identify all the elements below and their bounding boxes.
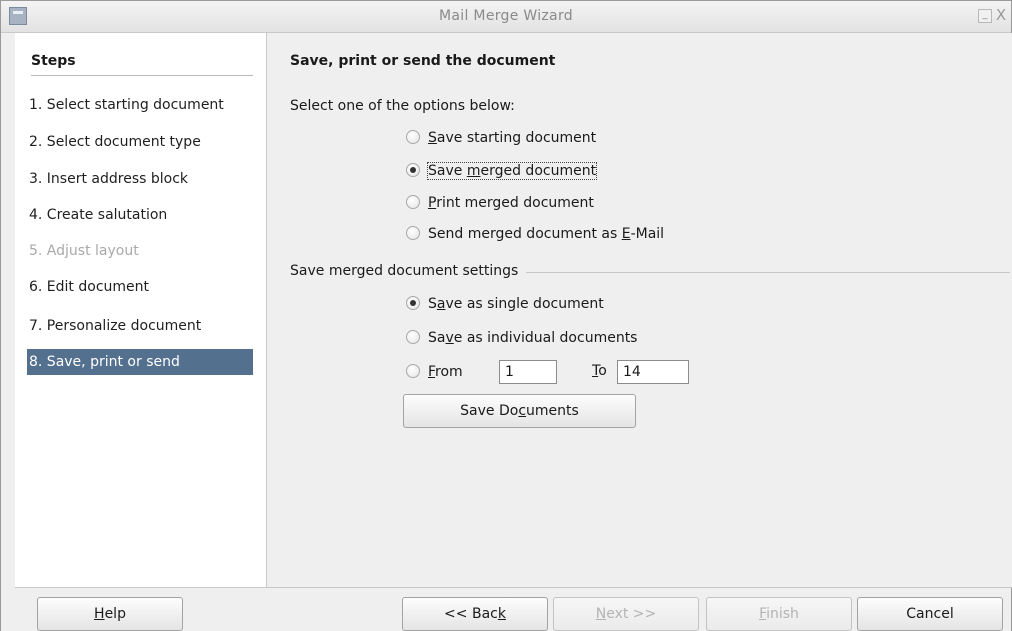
instruction-text: Select one of the options below:: [290, 98, 515, 114]
step-edit-document[interactable]: 6. Edit document: [27, 274, 253, 300]
radio-from[interactable]: [406, 364, 420, 378]
minimize-button[interactable]: _: [978, 9, 992, 23]
mail-merge-wizard-window: Mail Merge Wizard _ X Steps 1. Select st…: [0, 0, 1012, 631]
step-select-document-type[interactable]: 2. Select document type: [27, 129, 253, 155]
option-label: Send merged document as E-Mail: [428, 226, 665, 242]
option-print-merged-document[interactable]: Print merged document: [406, 192, 594, 214]
step-create-salutation[interactable]: 4. Create salutation: [27, 202, 253, 228]
option-label: Save as individual documents: [428, 330, 638, 346]
steps-panel: Steps 1. Select starting document 2. Sel…: [15, 33, 267, 588]
step-personalize-document[interactable]: 7. Personalize document: [27, 313, 253, 339]
page-title: Save, print or send the document: [290, 53, 556, 69]
step-adjust-layout: 5. Adjust layout: [29, 243, 139, 259]
to-label: To: [592, 363, 607, 379]
radio-save-single[interactable]: [406, 296, 420, 310]
radio-print-merged[interactable]: [406, 195, 420, 209]
save-documents-button[interactable]: Save Documents: [403, 394, 636, 428]
from-field[interactable]: 1: [499, 360, 557, 384]
step-save-print-send[interactable]: 8. Save, print or send: [27, 349, 253, 375]
radio-save-starting[interactable]: [406, 130, 420, 144]
option-from-range[interactable]: From: [406, 361, 463, 383]
button-bar: Help << Back Next >> Finish Cancel: [1, 588, 1011, 631]
step-select-starting-document[interactable]: 1. Select starting document: [27, 92, 253, 118]
cancel-button[interactable]: Cancel: [857, 597, 1003, 631]
steps-divider: [31, 75, 253, 76]
radio-send-email[interactable]: [406, 226, 420, 240]
option-save-starting-document[interactable]: Save starting document: [406, 127, 596, 149]
title-bar[interactable]: Mail Merge Wizard _ X: [1, 1, 1011, 33]
back-button[interactable]: << Back: [402, 597, 548, 631]
window-title: Mail Merge Wizard: [439, 8, 573, 24]
main-content: Save, print or send the document Select …: [268, 33, 1012, 588]
option-label: Save merged document: [426, 162, 598, 180]
help-button[interactable]: Help: [37, 597, 183, 631]
close-icon[interactable]: X: [994, 6, 1008, 24]
next-button: Next >>: [553, 597, 699, 631]
option-save-merged-document[interactable]: Save merged document: [406, 160, 598, 182]
settings-group-label: Save merged document settings: [290, 263, 527, 279]
option-label: Save as single document: [428, 296, 604, 312]
step-insert-address-block[interactable]: 3. Insert address block: [27, 166, 253, 192]
option-label: Save starting document: [428, 130, 597, 146]
option-save-individual-documents[interactable]: Save as individual documents: [406, 327, 637, 349]
option-label: Print merged document: [428, 195, 594, 211]
option-label: From: [428, 364, 463, 380]
option-send-as-email[interactable]: Send merged document as E-Mail: [406, 223, 664, 245]
finish-button: Finish: [706, 597, 852, 631]
steps-heading: Steps: [31, 53, 76, 69]
radio-save-merged[interactable]: [406, 163, 420, 177]
radio-save-individual[interactable]: [406, 330, 420, 344]
to-field[interactable]: 14: [617, 360, 689, 384]
option-save-single-document[interactable]: Save as single document: [406, 293, 604, 315]
